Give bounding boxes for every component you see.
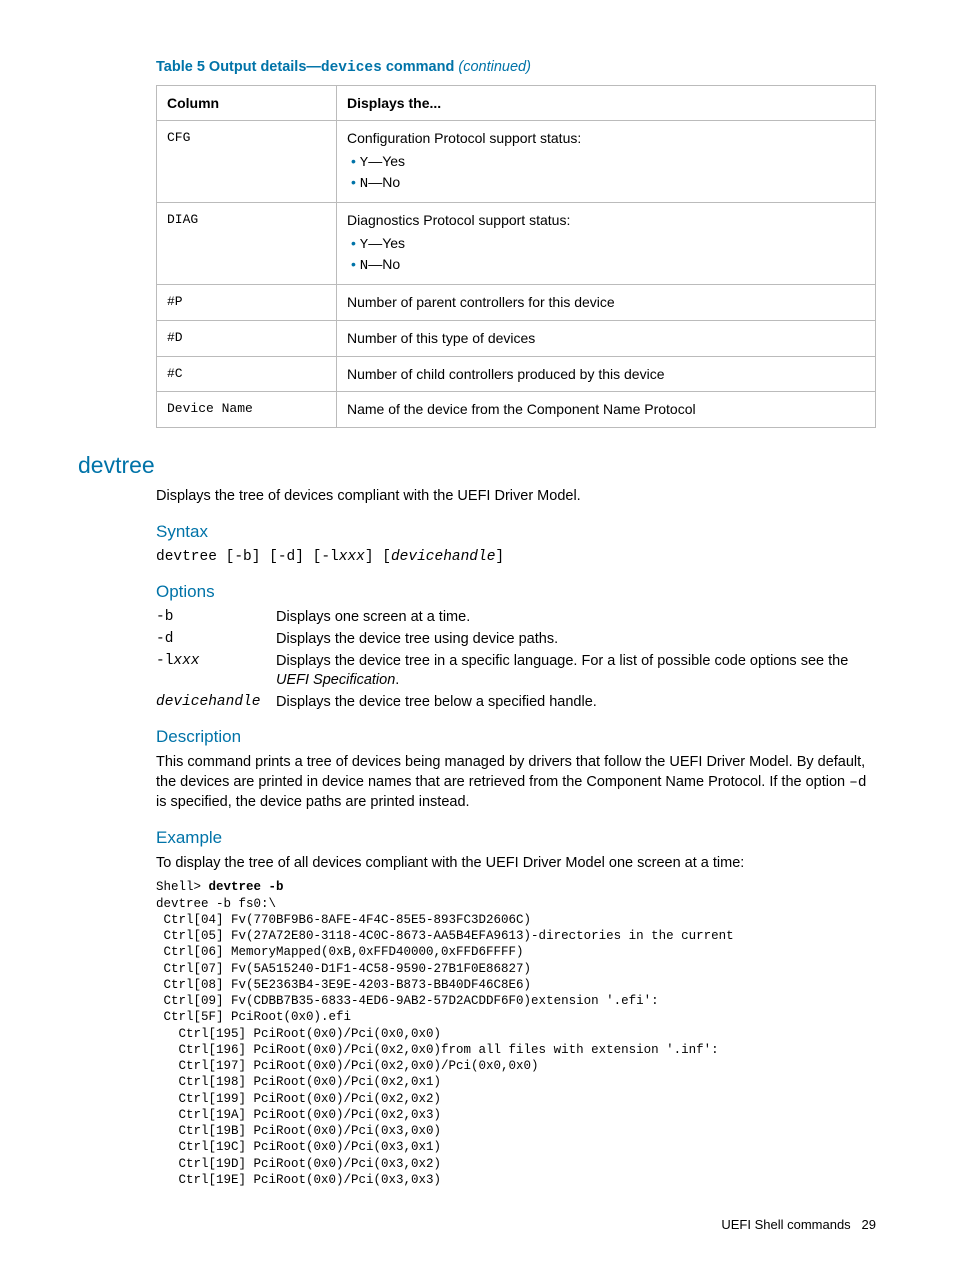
syntax-p4: ] (365, 549, 374, 565)
desc-post: is specified, the device paths are print… (156, 794, 470, 810)
table-row: CFGConfiguration Protocol support status… (157, 121, 876, 203)
th-column: Column (157, 85, 337, 121)
cell-desc: Number of this type of devices (337, 320, 876, 356)
option-key: devicehandle (156, 693, 276, 713)
footer-text: UEFI Shell commands (721, 1217, 850, 1232)
list-item: N—No (351, 255, 865, 276)
heading-options: Options (156, 581, 876, 604)
heading-description: Description (156, 726, 876, 749)
output-details-table: Column Displays the... CFGConfiguration … (156, 85, 876, 429)
option-desc: Displays the device tree using device pa… (276, 630, 876, 650)
option-desc: Displays the device tree in a specific l… (276, 652, 876, 691)
syntax-p5: [ (382, 549, 391, 565)
option-row: -lxxxDisplays the device tree in a speci… (156, 652, 876, 691)
caption-cmd: devices (321, 60, 382, 76)
syntax-p7: ] (495, 549, 504, 565)
heading-example: Example (156, 827, 876, 850)
cell-desc: Number of parent controllers for this de… (337, 284, 876, 320)
cell-column: #C (157, 356, 337, 392)
syntax-cmd: devtree (156, 549, 217, 565)
cell-list: Y—YesN—No (351, 234, 865, 276)
cell-desc: Diagnostics Protocol support status:Y—Ye… (337, 203, 876, 285)
caption-suffix: command (382, 59, 459, 75)
option-desc: Displays the device tree below a specifi… (276, 693, 876, 713)
syntax-p3: xxx (339, 549, 365, 565)
page-footer: UEFI Shell commands 29 (78, 1216, 876, 1234)
heading-syntax: Syntax (156, 521, 876, 544)
syntax-line: devtree [-b] [-d] [-lxxx] [devicehandle] (156, 548, 876, 568)
section-heading-devtree: devtree (78, 450, 876, 481)
table-caption: Table 5 Output details—devices command (… (156, 58, 876, 79)
syntax-p6: devicehandle (391, 549, 495, 565)
cell-column: DIAG (157, 203, 337, 285)
caption-continued: (continued) (458, 59, 531, 75)
syntax-p1: [-d] (269, 549, 304, 565)
desc-pre: This command prints a tree of devices be… (156, 754, 865, 790)
cell-column: Device Name (157, 392, 337, 428)
option-key: -b (156, 608, 276, 628)
cell-desc: Configuration Protocol support status:Y—… (337, 121, 876, 203)
option-row: -bDisplays one screen at a time. (156, 608, 876, 628)
cell-column: CFG (157, 121, 337, 203)
option-desc: Displays one screen at a time. (276, 608, 876, 628)
option-row: devicehandleDisplays the device tree bel… (156, 693, 876, 713)
cell-list: Y—YesN—No (351, 152, 865, 194)
th-displays: Displays the... (337, 85, 876, 121)
table-row: #PNumber of parent controllers for this … (157, 284, 876, 320)
syntax-p2: [-l (313, 549, 339, 565)
description-text: This command prints a tree of devices be… (156, 753, 876, 813)
cell-column: #P (157, 284, 337, 320)
intro-text: Displays the tree of devices compliant w… (156, 487, 876, 507)
option-row: -dDisplays the device tree using device … (156, 630, 876, 650)
option-key: -lxxx (156, 652, 276, 691)
table-row: #DNumber of this type of devices (157, 320, 876, 356)
footer-page: 29 (862, 1217, 876, 1232)
list-item: N—No (351, 173, 865, 194)
option-key: -d (156, 630, 276, 650)
table-row: #CNumber of child controllers produced b… (157, 356, 876, 392)
cell-column: #D (157, 320, 337, 356)
syntax-p0: [-b] (226, 549, 261, 565)
list-item: Y—Yes (351, 234, 865, 255)
desc-opt: –d (849, 775, 866, 791)
cell-desc: Number of child controllers produced by … (337, 356, 876, 392)
table-row: DIAGDiagnostics Protocol support status:… (157, 203, 876, 285)
caption-prefix: Table 5 Output details— (156, 59, 321, 75)
example-code: Shell> devtree -b devtree -b fs0:\ Ctrl[… (156, 879, 876, 1188)
list-item: Y—Yes (351, 152, 865, 173)
table-row: Device NameName of the device from the C… (157, 392, 876, 428)
example-intro: To display the tree of all devices compl… (156, 854, 876, 874)
cell-desc: Name of the device from the Component Na… (337, 392, 876, 428)
